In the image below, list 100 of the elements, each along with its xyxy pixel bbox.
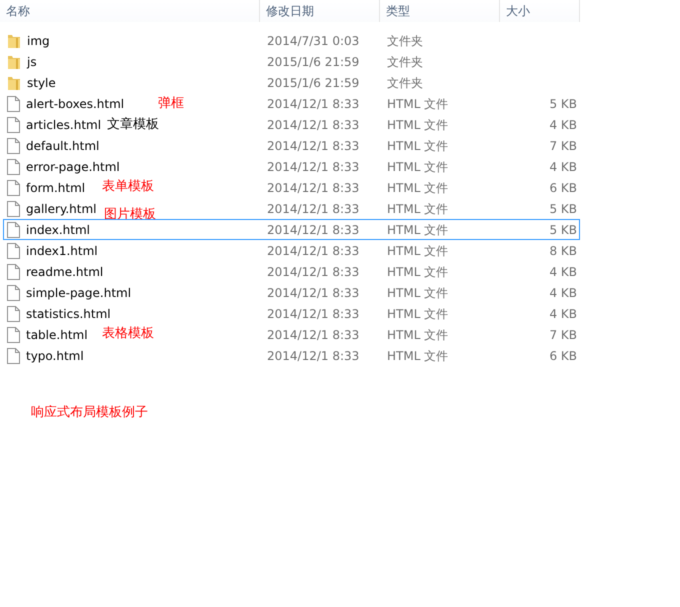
type-cell: HTML 文件 — [387, 306, 448, 320]
size-cell: 7 KB — [549, 138, 577, 152]
date-cell: 2015/1/6 21:59 — [267, 76, 360, 90]
file-row[interactable]: form.html 表单模板 2014/12/1 8:33 HTML 文件 6 KB — [3, 177, 580, 198]
file-icon — [7, 264, 20, 280]
file-name: gallery.html — [26, 200, 96, 218]
file-name: form.html — [26, 180, 86, 196]
size-cell: 5 KB — [549, 222, 577, 236]
size-cell: 4 KB — [549, 118, 577, 132]
column-header[interactable]: 大小 — [500, 0, 580, 22]
date-cell: 2014/12/1 8:33 — [267, 118, 360, 132]
type-cell: HTML 文件 — [387, 160, 448, 174]
file-row[interactable]: statistics.html 2014/12/1 8:33 HTML 文件 4 KB — [3, 303, 580, 324]
type-cell: HTML 文件 — [387, 244, 448, 258]
date-cell: 2014/12/1 8:33 — [267, 160, 360, 174]
file-name: statistics.html — [26, 306, 111, 322]
file-row[interactable]: img 2014/7/31 0:03 文件夹 — [3, 30, 580, 51]
type-cell: 文件夹 — [387, 54, 423, 68]
date-cell: 2014/12/1 8:33 — [267, 328, 360, 342]
file-name: index1.html — [26, 242, 98, 260]
size-cell: 4 KB — [549, 286, 577, 300]
size-cell: 7 KB — [549, 328, 577, 342]
annotation-text: 表格模板 — [102, 325, 154, 343]
type-cell: HTML 文件 — [387, 264, 448, 278]
file-row[interactable]: typo.html 2014/12/1 8:33 HTML 文件 6 KB — [3, 345, 580, 366]
annotation-text: 响应式布局模板例子 — [31, 404, 148, 422]
file-icon — [7, 222, 20, 238]
file-row[interactable]: readme.html 2014/12/1 8:33 HTML 文件 4 KB — [3, 261, 580, 282]
column-header[interactable]: 名称 — [0, 0, 260, 22]
column-header[interactable]: 修改日期 — [260, 0, 380, 22]
type-cell: HTML 文件 — [387, 202, 448, 216]
date-cell: 2014/12/1 8:33 — [267, 348, 360, 362]
file-name: simple-page.html — [26, 284, 132, 302]
size-cell: 4 KB — [549, 306, 577, 320]
annotation-text: 表单模板 — [102, 178, 154, 196]
date-cell: 2014/12/1 8:33 — [267, 244, 360, 258]
file-name: alert-boxes.html — [26, 96, 124, 112]
type-cell: HTML 文件 — [387, 180, 448, 194]
size-cell: 5 KB — [549, 202, 577, 216]
annotation-text: 文章模板 — [107, 116, 159, 134]
file-icon — [7, 138, 20, 154]
date-cell: 2014/12/1 8:33 — [267, 306, 360, 320]
file-row[interactable]: default.html 2014/12/1 8:33 HTML 文件 7 KB — [3, 135, 580, 156]
date-cell: 2014/12/1 8:33 — [267, 286, 360, 300]
file-icon — [7, 326, 20, 342]
type-cell: 文件夹 — [387, 76, 423, 90]
column-header[interactable]: 类型 — [380, 0, 500, 22]
date-cell: 2015/1/6 21:59 — [267, 54, 360, 68]
file-icon — [7, 348, 20, 364]
file-row[interactable]: alert-boxes.html 弹框 2014/12/1 8:33 HTML 文件 5 KB — [3, 93, 580, 114]
type-cell: HTML 文件 — [387, 348, 448, 362]
file-row[interactable]: error-page.html 2014/12/1 8:33 HTML 文件 4 KB — [3, 156, 580, 177]
folder-icon — [7, 74, 21, 90]
date-cell: 2014/12/1 8:33 — [267, 138, 360, 152]
file-icon — [7, 306, 20, 322]
file-row[interactable]: simple-page.html 2014/12/1 8:33 HTML 文件 4 KB — [3, 282, 580, 303]
size-cell: 5 KB — [549, 96, 577, 110]
date-cell: 2014/12/1 8:33 — [267, 222, 360, 236]
type-cell: 文件夹 — [387, 34, 423, 48]
file-name: img — [27, 32, 50, 50]
file-icon — [7, 116, 20, 132]
type-cell: HTML 文件 — [387, 286, 448, 300]
file-row[interactable]: index.html 2014/12/1 8:33 HTML 文件 5 KB — [3, 219, 580, 240]
file-icon — [7, 200, 20, 216]
size-cell: 8 KB — [549, 244, 577, 258]
folder-icon — [7, 32, 21, 48]
annotation-text: 弹框 — [158, 95, 184, 113]
date-cell: 2014/12/1 8:33 — [267, 264, 360, 278]
date-cell: 2014/12/1 8:33 — [267, 180, 360, 194]
size-cell: 4 KB — [549, 264, 577, 278]
file-name: error-page.html — [26, 158, 120, 176]
size-cell: 4 KB — [549, 160, 577, 174]
file-name: default.html — [26, 138, 100, 154]
file-icon — [7, 284, 20, 300]
date-cell: 2014/12/1 8:33 — [267, 202, 360, 216]
file-icon — [7, 180, 20, 196]
type-cell: HTML 文件 — [387, 328, 448, 342]
file-name: typo.html — [26, 348, 84, 364]
file-icon — [7, 158, 20, 174]
file-icon — [7, 242, 20, 258]
type-cell: HTML 文件 — [387, 118, 448, 132]
file-row[interactable]: js 2015/1/6 21:59 文件夹 — [3, 51, 580, 72]
file-name: readme.html — [26, 264, 104, 280]
file-name: js — [27, 54, 37, 70]
file-name: index.html — [26, 222, 90, 238]
file-row[interactable]: table.html 表格模板 2014/12/1 8:33 HTML 文件 7 KB — [3, 324, 580, 345]
date-cell: 2014/12/1 8:33 — [267, 96, 360, 110]
type-cell: HTML 文件 — [387, 138, 448, 152]
file-name: table.html — [26, 326, 88, 344]
date-cell: 2014/7/31 0:03 — [267, 34, 360, 48]
size-cell: 6 KB — [549, 180, 577, 194]
file-icon — [7, 96, 20, 112]
type-cell: HTML 文件 — [387, 96, 448, 110]
type-cell: HTML 文件 — [387, 222, 448, 236]
file-row[interactable]: index1.html 2014/12/1 8:33 HTML 文件 8 KB — [3, 240, 580, 261]
folder-icon — [7, 54, 21, 70]
size-cell: 6 KB — [549, 348, 577, 362]
file-row[interactable]: articles.html 文章模板 2014/12/1 8:33 HTML 文件 4 KB — [3, 114, 580, 135]
file-name: style — [27, 74, 56, 92]
file-row[interactable]: style 2015/1/6 21:59 文件夹 — [3, 72, 580, 93]
